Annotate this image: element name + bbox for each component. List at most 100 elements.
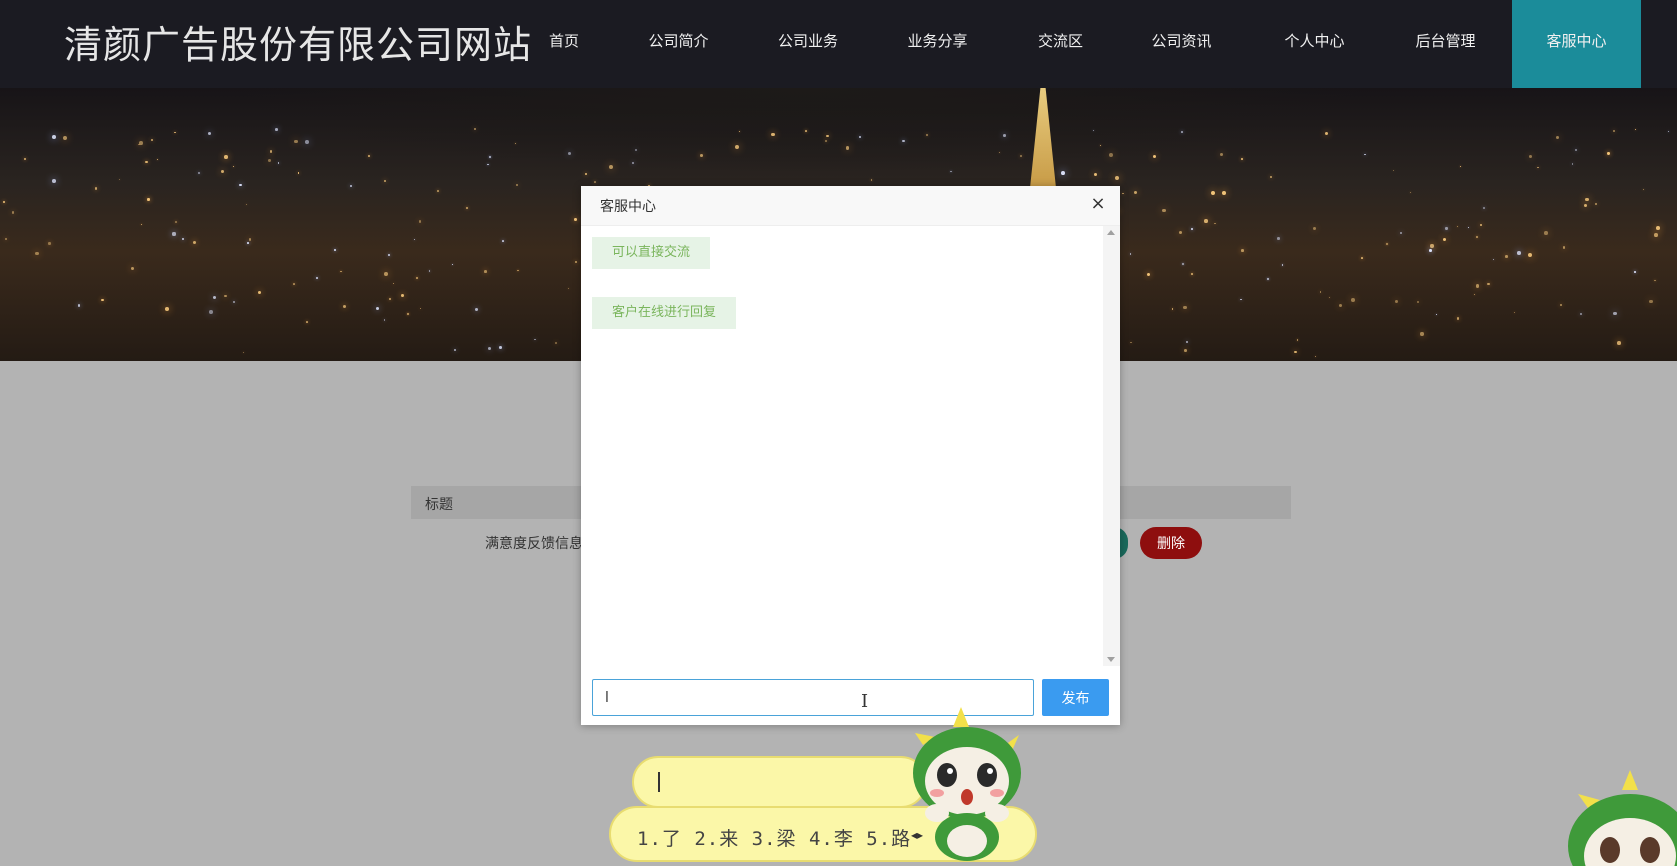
banner-light xyxy=(515,183,519,187)
banner-light xyxy=(1642,188,1644,191)
banner-light xyxy=(212,295,217,300)
banner-light xyxy=(1294,350,1297,354)
dialog-header: 客服中心 × xyxy=(581,186,1120,226)
banner-light xyxy=(1360,257,1363,259)
banner-light xyxy=(3,200,5,203)
banner-light xyxy=(483,270,487,274)
banner-light xyxy=(11,210,15,214)
delete-button[interactable]: 删除 xyxy=(1140,527,1202,559)
banner-light xyxy=(182,237,185,241)
banner-light xyxy=(118,179,121,181)
banner-light xyxy=(1467,226,1469,229)
banner-light xyxy=(1667,131,1669,133)
banner-light xyxy=(375,307,379,311)
nav-item-forum[interactable]: 交流区 xyxy=(1008,0,1113,88)
banner-light xyxy=(1363,153,1366,156)
banner-light xyxy=(1529,154,1533,159)
chat-message-list[interactable]: 可以直接交流 客户在线进行回复 xyxy=(581,226,1120,666)
banner-light xyxy=(269,149,273,153)
dragon-cat-mascot-icon xyxy=(913,707,1021,861)
main-nav: 首页 公司简介 公司业务 业务分享 交流区 公司资讯 个人中心 后台管理 客服中… xyxy=(520,0,1641,88)
banner-light xyxy=(248,237,252,241)
nav-item-home[interactable]: 首页 xyxy=(520,0,608,88)
banner-light xyxy=(1559,303,1563,306)
banner-light xyxy=(489,156,491,158)
banner-light xyxy=(1130,341,1132,344)
banner-light xyxy=(1487,282,1490,285)
banner-light xyxy=(383,272,388,277)
banner-light xyxy=(1400,231,1403,234)
banner-light xyxy=(77,304,81,307)
dialog-title: 客服中心 xyxy=(600,199,656,215)
banner-light xyxy=(1574,148,1578,151)
banner-light xyxy=(223,294,227,298)
nav-item-admin[interactable]: 后台管理 xyxy=(1379,0,1512,88)
send-button[interactable]: 发布 xyxy=(1042,679,1109,716)
site-header: 清颜广告股份有限公司网站 首页 公司简介 公司业务 业务分享 交流区 公司资讯 … xyxy=(0,0,1677,88)
customer-service-dialog: 客服中心 × 可以直接交流 客户在线进行回复 I 发布 xyxy=(581,186,1120,725)
banner-light xyxy=(1324,131,1328,135)
banner-light xyxy=(383,319,386,321)
banner-light xyxy=(436,190,439,193)
banner-light xyxy=(1527,253,1532,258)
banner-light xyxy=(1416,300,1420,304)
banner-light xyxy=(1221,191,1226,196)
banner-light xyxy=(574,261,577,264)
banner-light xyxy=(1241,249,1244,252)
banner-light xyxy=(1537,166,1540,169)
nav-item-company-profile[interactable]: 公司简介 xyxy=(608,0,749,88)
banner-light xyxy=(274,128,278,132)
banner-light xyxy=(1442,237,1447,242)
banner-light xyxy=(400,294,404,298)
banner-light xyxy=(902,140,905,143)
banner-light xyxy=(384,179,387,183)
banner-light xyxy=(514,143,516,145)
banner-light xyxy=(305,139,309,144)
banner-light xyxy=(498,346,502,350)
banner-light xyxy=(1314,355,1317,358)
banner-light xyxy=(414,239,416,241)
banner-light xyxy=(517,269,519,271)
banner-light xyxy=(388,298,391,301)
banner-light xyxy=(1171,308,1174,310)
nav-item-business-share[interactable]: 业务分享 xyxy=(867,0,1008,88)
banner-light xyxy=(825,139,827,142)
banner-light xyxy=(1109,152,1114,157)
banner-light xyxy=(573,218,577,222)
banner-light xyxy=(1281,264,1284,266)
banner-light xyxy=(1479,223,1483,227)
chat-scrollbar[interactable] xyxy=(1103,226,1120,666)
banner-light xyxy=(1394,299,1398,303)
scroll-up-arrow-icon[interactable] xyxy=(1107,230,1115,235)
nav-item-customer-service[interactable]: 客服中心 xyxy=(1512,0,1641,88)
banner-light xyxy=(1612,129,1615,133)
banner-light xyxy=(1003,134,1007,138)
banner-light xyxy=(1147,272,1151,276)
banner-light xyxy=(452,263,454,265)
banner-light xyxy=(1435,313,1438,315)
ime-candidate-list[interactable]: 1.了 2.来 3.梁 4.李 5.路 xyxy=(637,824,911,851)
close-icon[interactable]: × xyxy=(1088,194,1108,214)
banner-light xyxy=(634,148,638,152)
banner-light xyxy=(473,128,477,131)
banner-light xyxy=(388,253,391,256)
banner-light xyxy=(297,171,300,174)
scroll-down-arrow-icon[interactable] xyxy=(1107,657,1115,662)
nav-item-personal-center[interactable]: 个人中心 xyxy=(1250,0,1379,88)
table-header-title: 标题 xyxy=(425,497,453,513)
nav-item-company-business[interactable]: 公司业务 xyxy=(749,0,867,88)
banner-light xyxy=(243,351,245,353)
banner-light xyxy=(147,198,150,201)
banner-light xyxy=(208,310,213,315)
banner-light xyxy=(24,157,27,160)
banner-light xyxy=(1420,332,1424,336)
banner-light xyxy=(1183,349,1187,352)
banner-light xyxy=(305,321,308,323)
banner-light xyxy=(567,152,571,156)
banner-light xyxy=(1129,253,1132,255)
banner-light xyxy=(1267,278,1269,280)
nav-item-company-news[interactable]: 公司资讯 xyxy=(1113,0,1250,88)
site-title: 清颜广告股份有限公司网站 xyxy=(64,23,533,67)
banner-light xyxy=(239,183,242,187)
banner-light xyxy=(1060,171,1065,176)
